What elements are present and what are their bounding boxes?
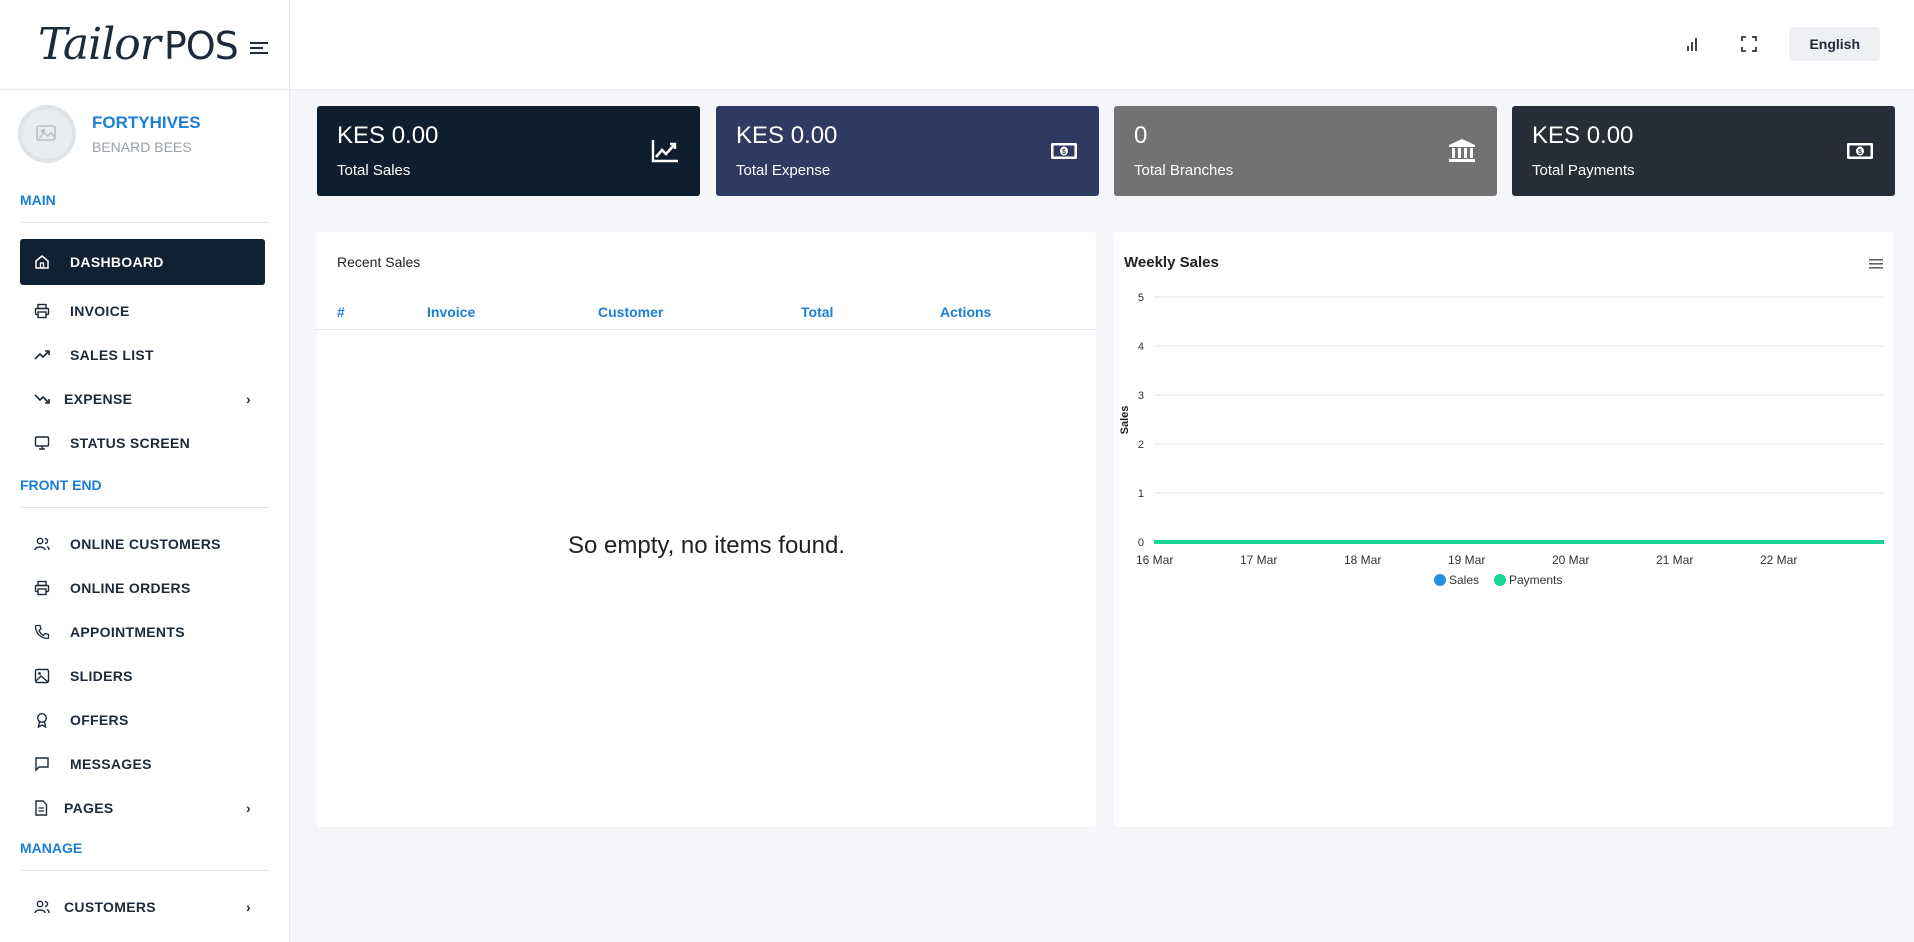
trending-up-icon (34, 346, 56, 364)
weekly-sales-chart: 0 1 2 3 4 5 Sales 16 Mar 17 Mar 18 Mar 19 Mar 20 Ma… (1119, 292, 1884, 587)
card-label: Total Sales (337, 162, 411, 179)
chart-menu-icon[interactable] (1869, 257, 1883, 275)
home-icon (34, 253, 56, 271)
sidebar-item-sales-list[interactable]: SALES LIST (20, 333, 265, 377)
column-header[interactable]: Invoice (427, 304, 475, 320)
y-axis-label: Sales (1119, 406, 1131, 435)
legend-marker (1494, 574, 1506, 586)
y-tick-label: 2 (1138, 439, 1144, 451)
sidebar-item-appointments[interactable]: APPOINTMENTS (20, 610, 265, 654)
fullscreen-icon[interactable] (1739, 34, 1759, 54)
sidebar-item-pages[interactable]: PAGES › (20, 786, 265, 830)
card-value: KES 0.00 (337, 122, 439, 149)
app-logo[interactable]: Tailor POS (38, 19, 239, 70)
sidebar-item-offers[interactable]: OFFERS (20, 698, 265, 742)
section-main: MAIN (20, 192, 269, 223)
card-value: KES 0.00 (736, 122, 838, 149)
users-icon (34, 535, 56, 553)
image-icon (34, 667, 56, 685)
x-tick-label: 22 Mar (1760, 553, 1797, 567)
card-total-expense: KES 0.00 Total Expense $ (716, 106, 1099, 196)
svg-text:$: $ (1062, 149, 1066, 156)
y-tick-label: 1 (1138, 488, 1144, 500)
x-tick-label: 16 Mar (1136, 553, 1173, 567)
empty-state-text: So empty, no items found. (567, 532, 846, 559)
sidebar-item-expense[interactable]: EXPENSE › (20, 377, 265, 421)
company-name[interactable]: FORTYHIVES (92, 113, 201, 133)
card-total-payments: KES 0.00 Total Payments $ (1512, 106, 1895, 196)
x-tick-label: 17 Mar (1240, 553, 1277, 567)
y-tick-label: 4 (1138, 341, 1144, 353)
x-tick-label: 20 Mar (1552, 553, 1589, 567)
chart-line-icon (650, 138, 680, 164)
column-header[interactable]: Customer (598, 304, 663, 320)
legend-label: Sales (1449, 573, 1479, 587)
column-header[interactable]: Total (801, 304, 833, 320)
sidebar-item-invoice[interactable]: INVOICE (20, 289, 265, 333)
signal-icon[interactable] (1682, 34, 1702, 54)
y-tick-label: 3 (1138, 390, 1144, 402)
topbar: English (290, 0, 1914, 90)
sidebar-item-online-customers[interactable]: ONLINE CUSTOMERS (20, 522, 265, 566)
monitor-icon (34, 434, 56, 452)
y-tick-label: 5 (1138, 292, 1144, 304)
language-selector[interactable]: English (1789, 27, 1880, 61)
legend-label: Payments (1509, 573, 1562, 587)
award-icon (34, 711, 56, 729)
card-total-sales: KES 0.00 Total Sales (317, 106, 700, 196)
card-total-branches: 0 Total Branches (1114, 106, 1497, 196)
avatar (18, 105, 76, 163)
sidebar-item-online-orders[interactable]: ONLINE ORDERS (20, 566, 265, 610)
table-header: # Invoice Customer Total Actions (317, 304, 1096, 330)
x-tick-label: 18 Mar (1344, 553, 1381, 567)
sidebar-item-status-screen[interactable]: STATUS SCREEN (20, 421, 265, 465)
chevron-right-icon: › (246, 391, 251, 407)
user-profile: FORTYHIVES BENARD BEES (0, 90, 289, 178)
money-bill-icon: $ (1049, 138, 1079, 164)
trending-down-icon (34, 390, 52, 408)
chevron-right-icon: › (246, 899, 251, 915)
card-label: Total Payments (1532, 162, 1635, 179)
card-value: KES 0.00 (1532, 122, 1634, 149)
money-bill-icon: $ (1845, 138, 1875, 164)
recent-sales-panel: Recent Sales # Invoice Customer Total Ac… (317, 232, 1096, 827)
column-header[interactable]: Actions (940, 304, 991, 320)
x-tick-label: 19 Mar (1448, 553, 1485, 567)
card-label: Total Expense (736, 162, 831, 179)
x-tick-label: 21 Mar (1656, 553, 1693, 567)
users-icon (34, 898, 52, 916)
message-icon (34, 755, 56, 773)
sidebar: Tailor POS FORTYHIVES BENARD BEES MAIN DA… (0, 0, 290, 942)
card-value: 0 (1134, 122, 1148, 149)
sidebar-item-customers[interactable]: CUSTOMERS › (20, 885, 265, 929)
menu-toggle-icon[interactable] (249, 41, 268, 54)
section-manage: MANAGE (20, 840, 269, 871)
y-tick-label: 0 (1138, 537, 1144, 549)
legend-marker (1434, 574, 1446, 586)
svg-text:$: $ (1858, 149, 1862, 156)
sidebar-item-messages[interactable]: MESSAGES (20, 742, 265, 786)
sidebar-item-sliders[interactable]: SLIDERS (20, 654, 265, 698)
weekly-sales-panel: Weekly Sales 0 1 2 3 4 5 Sales 16 Mar 17 Mar 18 M… (1114, 232, 1893, 827)
section-front-end: FRONT END (20, 477, 269, 508)
card-label: Total Branches (1134, 162, 1234, 179)
printer-icon (34, 579, 56, 597)
column-header[interactable]: # (337, 304, 345, 320)
logo-bar: Tailor POS (0, 0, 289, 90)
panel-title: Recent Sales (337, 254, 421, 270)
phone-icon (34, 623, 56, 641)
chevron-right-icon: › (246, 800, 251, 816)
file-icon (34, 799, 52, 817)
user-name: BENARD BEES (92, 139, 192, 155)
chart-title: Weekly Sales (1124, 254, 1219, 271)
printer-icon (34, 302, 56, 320)
bank-icon (1447, 138, 1477, 164)
sidebar-item-dashboard[interactable]: DASHBOARD (20, 239, 265, 285)
